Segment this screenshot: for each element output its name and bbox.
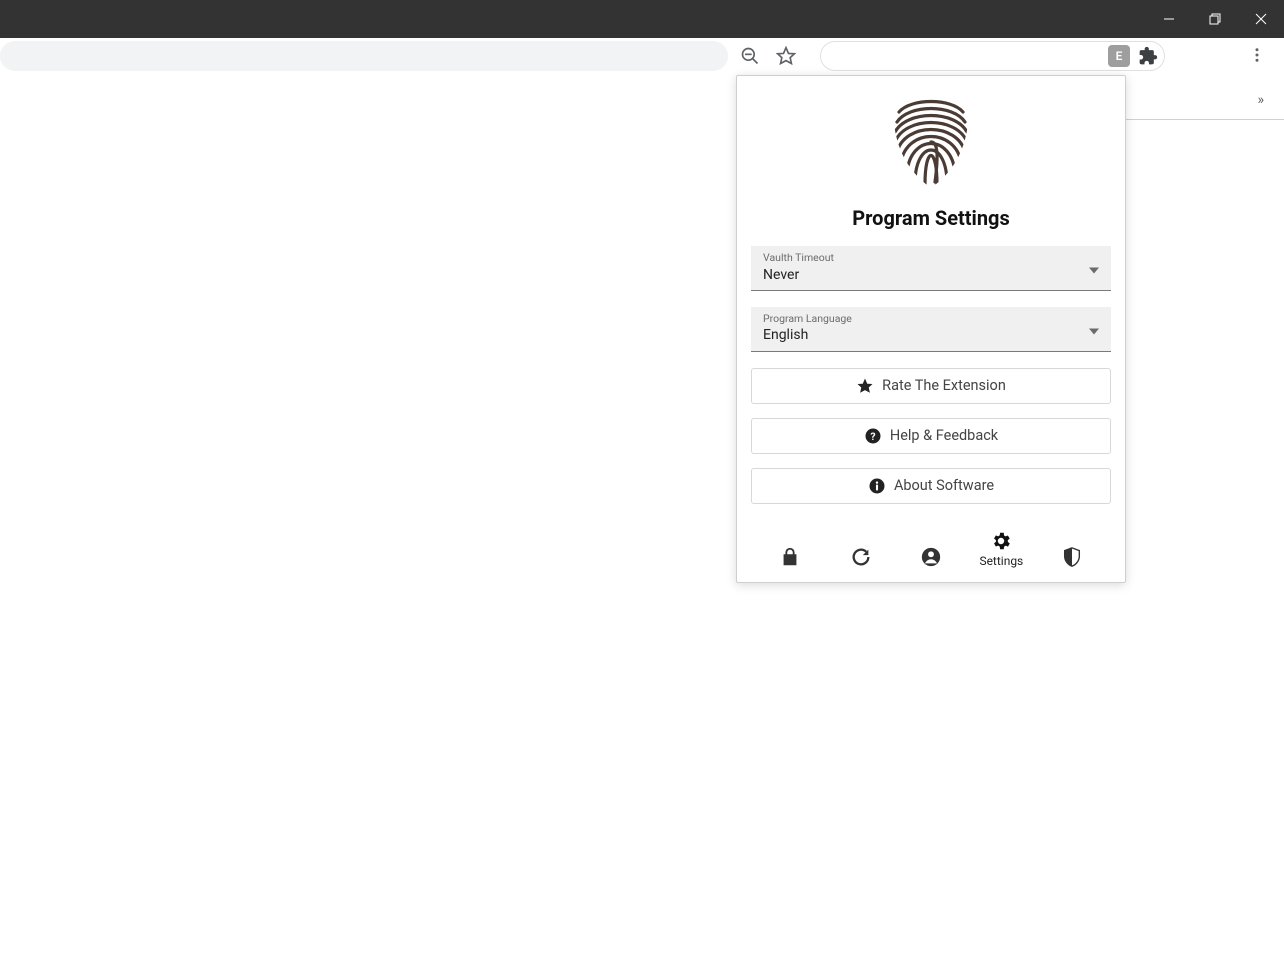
help-icon: ? bbox=[864, 427, 882, 445]
window-titlebar bbox=[0, 0, 1284, 38]
about-software-label: About Software bbox=[894, 477, 994, 494]
extensions-pill[interactable]: E bbox=[820, 41, 1165, 71]
nav-shield[interactable] bbox=[1042, 546, 1102, 568]
bottom-nav: Settings bbox=[751, 524, 1111, 574]
rate-extension-label: Rate The Extension bbox=[882, 377, 1006, 394]
language-value: English bbox=[763, 326, 1099, 344]
help-feedback-label: Help & Feedback bbox=[890, 427, 998, 444]
star-filled-icon bbox=[856, 377, 874, 395]
nav-account[interactable] bbox=[901, 546, 961, 568]
menu-icon[interactable] bbox=[1248, 46, 1266, 68]
account-icon bbox=[920, 546, 942, 568]
refresh-icon bbox=[850, 546, 872, 568]
extensions-icon[interactable] bbox=[1138, 46, 1158, 66]
info-icon bbox=[868, 477, 886, 495]
svg-text:?: ? bbox=[870, 429, 875, 442]
rate-extension-button[interactable]: Rate The Extension bbox=[751, 368, 1111, 404]
overflow-icon[interactable]: » bbox=[1257, 92, 1264, 108]
vault-timeout-select[interactable]: Vaulth Timeout Never bbox=[751, 246, 1111, 291]
vault-timeout-label: Vaulth Timeout bbox=[763, 252, 1099, 265]
chevron-down-icon bbox=[1089, 319, 1099, 338]
chevron-down-icon bbox=[1089, 258, 1099, 277]
language-select[interactable]: Program Language English bbox=[751, 307, 1111, 352]
logo-container bbox=[751, 88, 1111, 192]
star-icon[interactable] bbox=[776, 46, 796, 66]
address-bar[interactable] bbox=[0, 41, 728, 71]
extension-popup: Program Settings Vaulth Timeout Never Pr… bbox=[736, 75, 1126, 583]
browser-toolbar: E bbox=[0, 38, 1284, 74]
help-feedback-button[interactable]: ? Help & Feedback bbox=[751, 418, 1111, 454]
shield-icon bbox=[1061, 546, 1083, 568]
extension-badge[interactable]: E bbox=[1108, 45, 1130, 67]
window-minimize-button[interactable] bbox=[1146, 0, 1192, 38]
lock-icon bbox=[779, 546, 801, 568]
about-software-button[interactable]: About Software bbox=[751, 468, 1111, 504]
nav-settings-label: Settings bbox=[979, 554, 1023, 568]
vault-timeout-value: Never bbox=[763, 266, 1099, 284]
zoom-out-icon[interactable] bbox=[740, 46, 760, 66]
window-close-button[interactable] bbox=[1238, 0, 1284, 38]
language-label: Program Language bbox=[763, 313, 1099, 326]
fingerprint-shield-logo bbox=[881, 92, 981, 192]
gear-icon bbox=[990, 530, 1012, 552]
nav-lock[interactable] bbox=[760, 546, 820, 568]
nav-refresh[interactable] bbox=[831, 546, 891, 568]
nav-settings[interactable]: Settings bbox=[971, 530, 1031, 568]
popup-title: Program Settings bbox=[751, 206, 1111, 230]
window-maximize-button[interactable] bbox=[1192, 0, 1238, 38]
